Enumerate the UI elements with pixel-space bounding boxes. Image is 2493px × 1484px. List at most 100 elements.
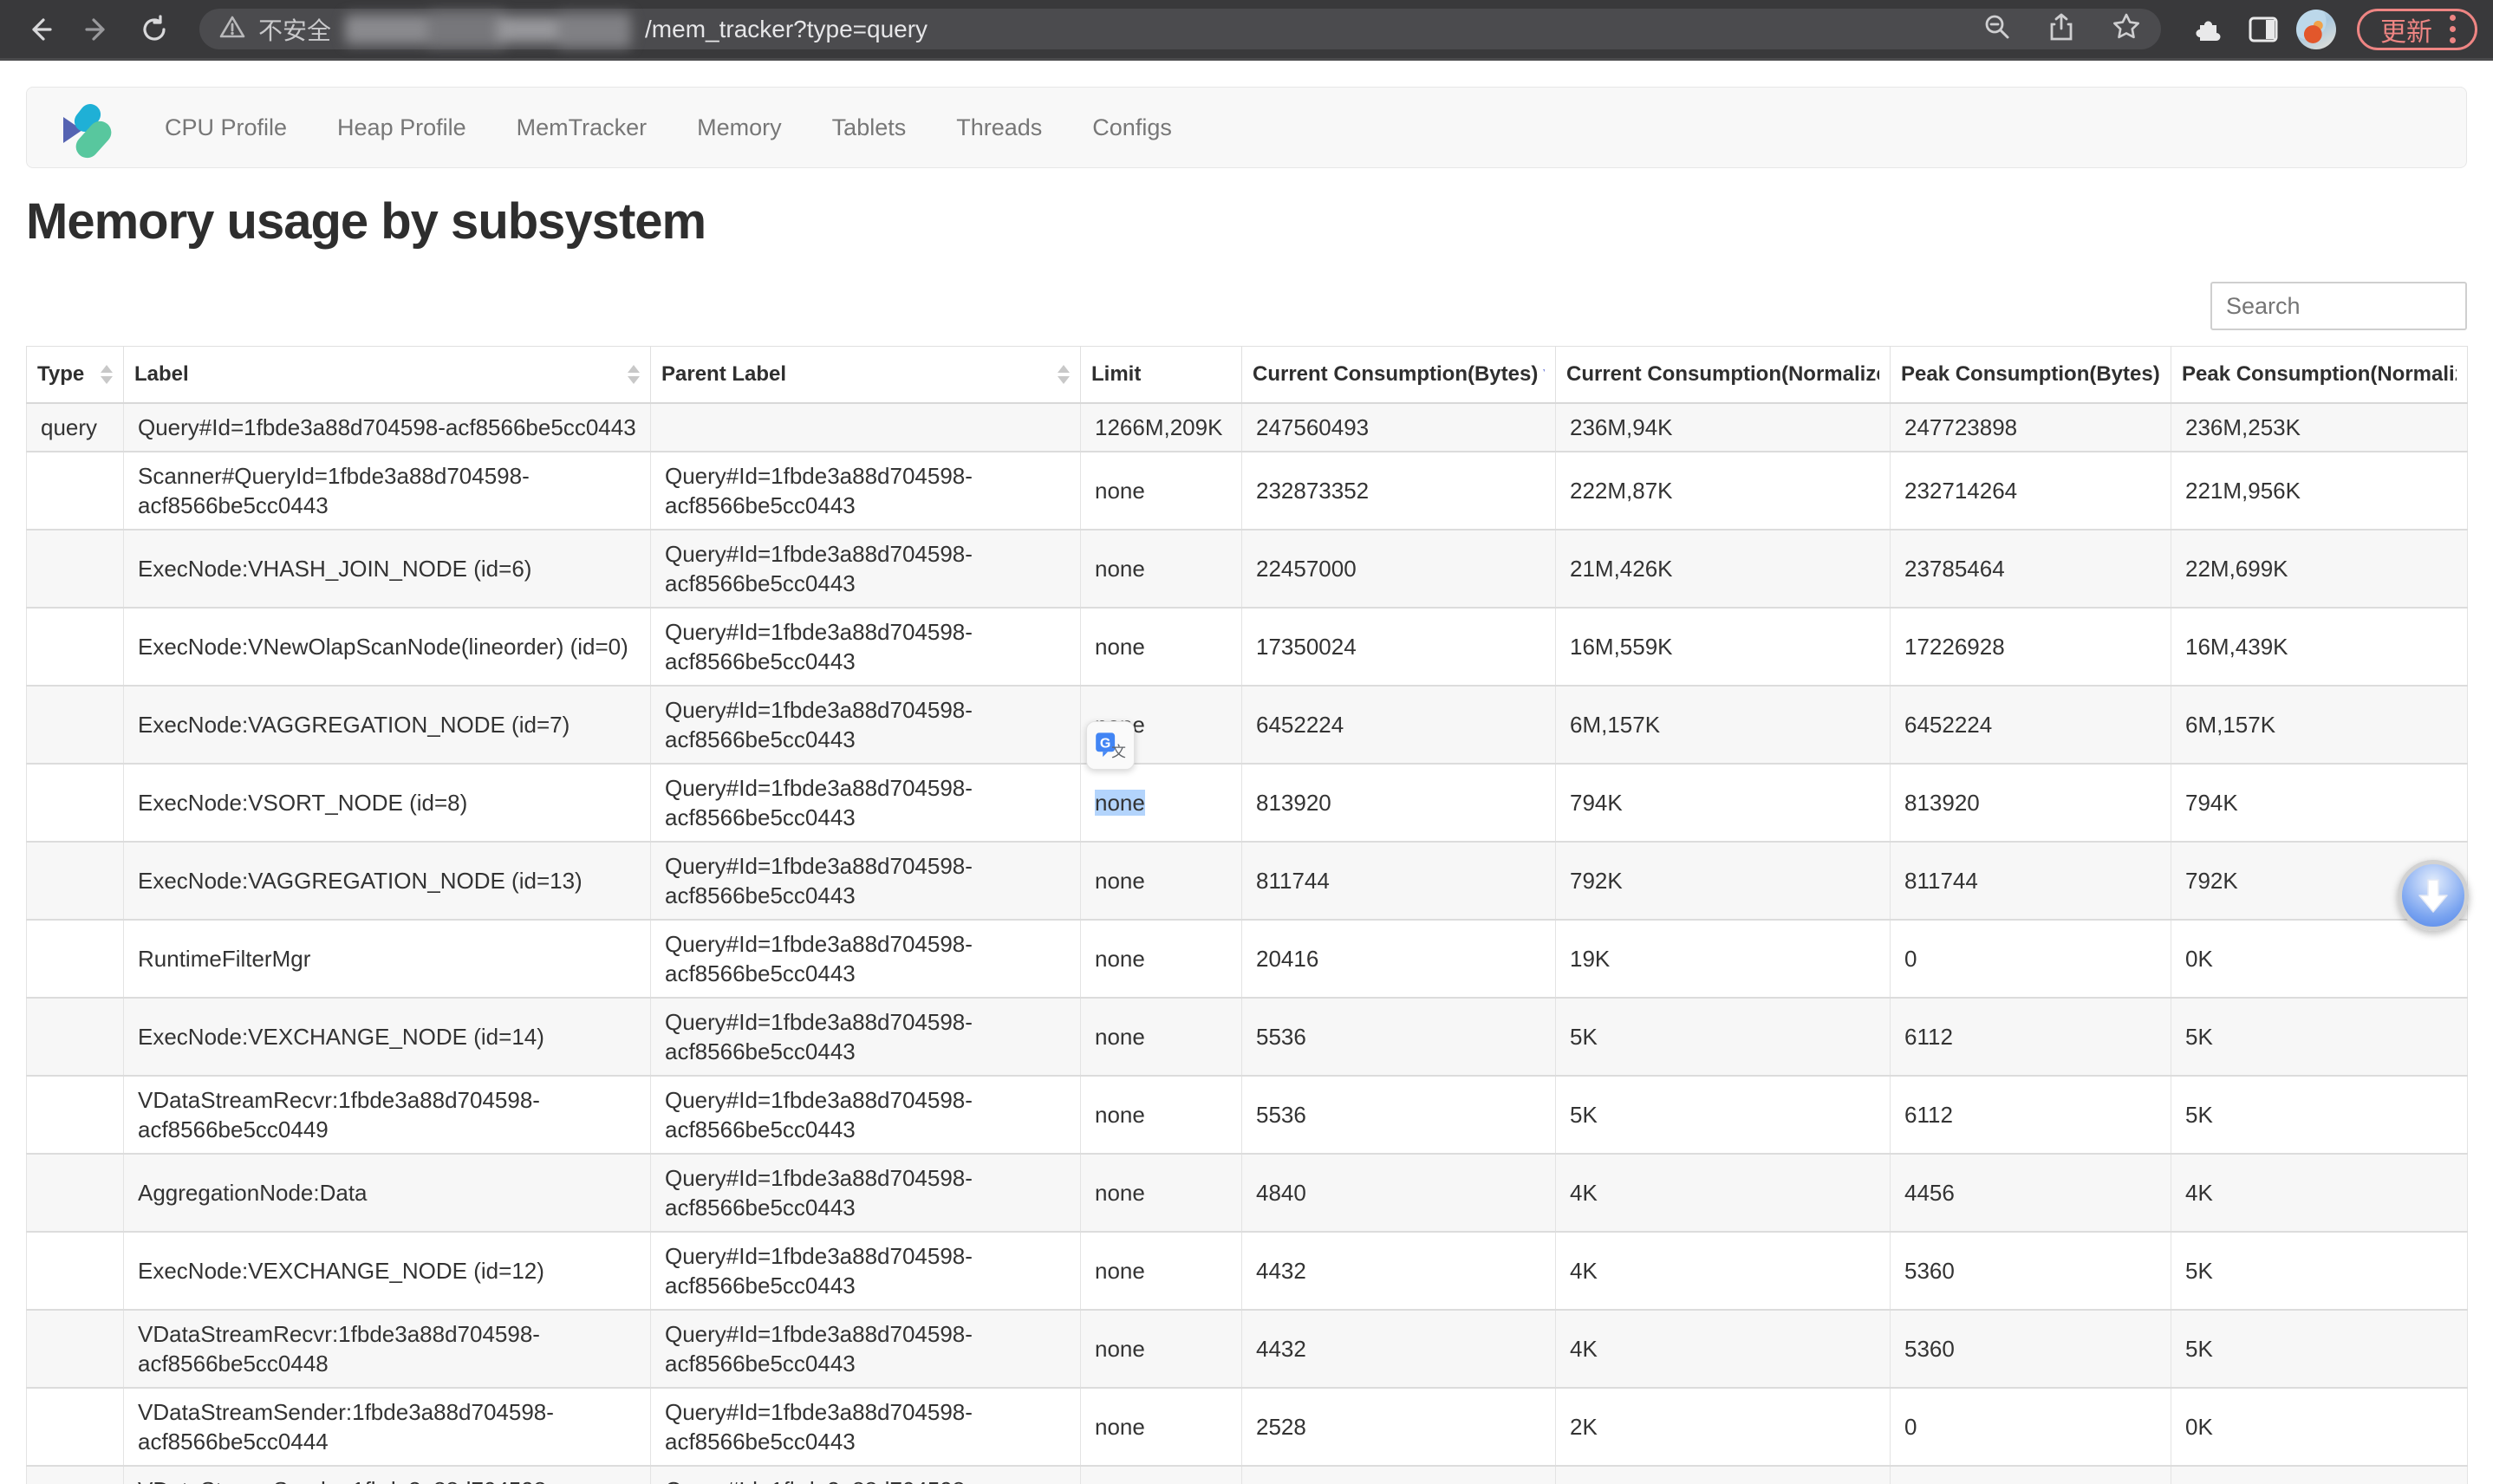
nav-item-tablets[interactable]: Tablets <box>807 88 932 167</box>
cell-peak_normalize: 5K <box>2171 1310 2468 1388</box>
not-secure-icon[interactable] <box>218 13 246 45</box>
cell-label: ExecNode:VAGGREGATION_NODE (id=13) <box>124 842 651 920</box>
cell-label: VDataStreamSender:1fbde3a88d704598-acf85… <box>124 1388 651 1466</box>
table-row: RuntimeFilterMgrQuery#Id=1fbde3a88d70459… <box>27 920 2468 998</box>
cell-peak_normalize: 16M,439K <box>2171 608 2468 686</box>
cell-current_normalize: 794K <box>1556 764 1891 842</box>
cell-peak_normalize: 0K <box>2171 920 2468 998</box>
cell-current_bytes: 813920 <box>1242 764 1556 842</box>
cell-peak_normalize: 22M,699K <box>2171 530 2468 608</box>
cell-limit: none <box>1081 842 1242 920</box>
update-label: 更新 <box>2380 10 2432 49</box>
cell-limit: none <box>1081 1310 1242 1388</box>
cell-current_bytes: 4840 <box>1242 1154 1556 1232</box>
column-header-label[interactable]: Label <box>124 347 651 404</box>
sort-icon[interactable] <box>628 365 640 384</box>
table-row: ExecNode:VEXCHANGE_NODE (id=12)Query#Id=… <box>27 1232 2468 1310</box>
cell-label: ExecNode:VAGGREGATION_NODE (id=7) <box>124 686 651 764</box>
sort-desc-icon[interactable] <box>1543 369 1545 381</box>
zoom-icon[interactable] <box>1982 12 2012 46</box>
nav-item-cpu-profile[interactable]: CPU Profile <box>140 88 312 167</box>
cell-peak_bytes: 6112 <box>1891 1076 2171 1154</box>
column-header-type[interactable]: Type <box>27 347 124 404</box>
side-panel-icon[interactable] <box>2239 5 2288 54</box>
cell-label: ExecNode:VEXCHANGE_NODE (id=12) <box>124 1232 651 1310</box>
not-secure-label: 不安全 <box>258 12 331 47</box>
cell-peak_bytes: 232714264 <box>1891 452 2171 530</box>
cell-parent: Query#Id=1fbde3a88d704598-acf8566be5cc04… <box>651 1388 1081 1466</box>
menu-kebab-icon[interactable] <box>2448 11 2457 47</box>
table-header: Type Label Parent Label Limit Current Co… <box>27 347 2468 404</box>
extensions-puzzle-icon[interactable] <box>2182 5 2230 54</box>
cell-peak_bytes: 17226928 <box>1891 608 2171 686</box>
scroll-down-button[interactable] <box>2398 860 2469 931</box>
cell-peak_normalize: 0K <box>2171 1388 2468 1466</box>
cell-type <box>27 530 124 608</box>
reload-icon[interactable] <box>130 5 179 54</box>
column-header-current-normalize[interactable]: Current Consumption(Normalize) <box>1556 347 1891 404</box>
cell-type <box>27 452 124 530</box>
cell-peak_bytes: 6112 <box>1891 998 2171 1076</box>
url-path: /mem_tracker?type=query <box>645 16 928 43</box>
cell-limit: none <box>1081 1388 1242 1466</box>
table-row: ExecNode:VAGGREGATION_NODE (id=7)Query#I… <box>27 686 2468 764</box>
translate-popup-icon[interactable]: G文 <box>1086 721 1135 770</box>
table-body: queryQuery#Id=1fbde3a88d704598-acf8566be… <box>27 403 2468 1484</box>
cell-type <box>27 608 124 686</box>
cell-limit: none <box>1081 530 1242 608</box>
cell-current_normalize: 5K <box>1556 1076 1891 1154</box>
doris-logo[interactable] <box>51 94 117 160</box>
share-icon[interactable] <box>2047 12 2076 46</box>
nav-item-heap-profile[interactable]: Heap Profile <box>312 88 491 167</box>
cell-peak_bytes: 0 <box>1891 920 2171 998</box>
sort-icon[interactable] <box>1058 365 1070 384</box>
cell-label: VDataStreamRecvr:1fbde3a88d704598-acf856… <box>124 1076 651 1154</box>
column-header-current-bytes[interactable]: Current Consumption(Bytes) <box>1242 347 1556 404</box>
cell-current_normalize: 4K <box>1556 1154 1891 1232</box>
cell-peak_bytes: 5360 <box>1891 1232 2171 1310</box>
forward-icon[interactable] <box>73 5 121 54</box>
cell-parent: Query#Id=1fbde3a88d704598-acf8566be5cc04… <box>651 686 1081 764</box>
cell-current_bytes <box>1242 1466 1556 1484</box>
table-row: AggregationNode:DataQuery#Id=1fbde3a88d7… <box>27 1154 2468 1232</box>
column-header-limit[interactable]: Limit <box>1081 347 1242 404</box>
cell-parent: Query#Id=1fbde3a88d704598-acf8566be5cc04… <box>651 1232 1081 1310</box>
cell-type <box>27 1388 124 1466</box>
column-header-peak-normalize[interactable]: Peak Consumption(Normalize) <box>2171 347 2468 404</box>
search-input[interactable] <box>2210 282 2467 330</box>
column-header-peak-bytes[interactable]: Peak Consumption(Bytes) <box>1891 347 2171 404</box>
cell-current_bytes: 5536 <box>1242 1076 1556 1154</box>
bookmark-star-icon[interactable] <box>2111 11 2142 47</box>
nav-item-memory[interactable]: Memory <box>672 88 807 167</box>
column-header-parent-label[interactable]: Parent Label <box>651 347 1081 404</box>
browser-update-button[interactable]: 更新 <box>2357 9 2477 50</box>
cell-type <box>27 1154 124 1232</box>
cell-limit: none <box>1081 1232 1242 1310</box>
cell-type <box>27 686 124 764</box>
cell-current_normalize: 6M,157K <box>1556 686 1891 764</box>
profile-avatar[interactable] <box>2296 10 2336 49</box>
cell-label: VDataStreamSender:1fbde3a88d704598- <box>124 1466 651 1484</box>
cell-parent: Query#Id=1fbde3a88d704598-acf8566be5cc04… <box>651 764 1081 842</box>
browser-toolbar: 不安全 /mem_tracker?type=query 更新 <box>0 0 2493 61</box>
cell-peak_normalize: 5K <box>2171 998 2468 1076</box>
back-icon[interactable] <box>16 5 64 54</box>
sort-icon[interactable] <box>101 365 113 384</box>
address-bar[interactable]: 不安全 /mem_tracker?type=query <box>199 9 2161 49</box>
table-row: queryQuery#Id=1fbde3a88d704598-acf8566be… <box>27 403 2468 452</box>
cell-limit <box>1081 1466 1242 1484</box>
cell-peak_bytes: 4456 <box>1891 1154 2171 1232</box>
cell-parent: Query#Id=1fbde3a88d704598- <box>651 1466 1081 1484</box>
cell-current_bytes: 22457000 <box>1242 530 1556 608</box>
nav-item-configs[interactable]: Configs <box>1067 88 1197 167</box>
cell-label: Scanner#QueryId=1fbde3a88d704598-acf8566… <box>124 452 651 530</box>
nav-item-memtracker[interactable]: MemTracker <box>491 88 673 167</box>
table-row: ExecNode:VEXCHANGE_NODE (id=14)Query#Id=… <box>27 998 2468 1076</box>
cell-current_bytes: 20416 <box>1242 920 1556 998</box>
nav-item-threads[interactable]: Threads <box>931 88 1067 167</box>
cell-current_normalize: 21M,426K <box>1556 530 1891 608</box>
table-row: VDataStreamRecvr:1fbde3a88d704598-acf856… <box>27 1076 2468 1154</box>
cell-current_normalize: 792K <box>1556 842 1891 920</box>
mem-tracker-page: CPU Profile Heap Profile MemTracker Memo… <box>0 87 2493 1484</box>
cell-parent: Query#Id=1fbde3a88d704598-acf8566be5cc04… <box>651 608 1081 686</box>
